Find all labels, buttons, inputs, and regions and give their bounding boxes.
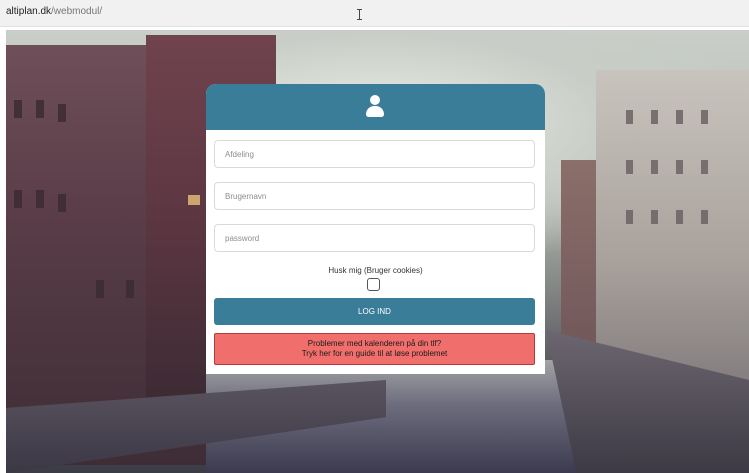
remember-me-label: Husk mig (Bruger cookies) (328, 266, 423, 275)
user-icon-head (370, 95, 380, 105)
login-button[interactable]: LOG IND (214, 298, 535, 325)
window (701, 210, 708, 224)
window (676, 160, 683, 174)
window (126, 280, 134, 298)
window (651, 210, 658, 224)
window (701, 110, 708, 124)
department-input[interactable] (214, 140, 535, 168)
window (36, 190, 44, 208)
url-host: altiplan.dk (6, 6, 52, 17)
street-lamp (188, 195, 200, 205)
window (626, 210, 633, 224)
window (14, 190, 22, 208)
window (651, 160, 658, 174)
window (676, 110, 683, 124)
login-card: Husk mig (Bruger cookies) LOG IND Proble… (206, 84, 545, 374)
window (58, 104, 66, 122)
window (36, 100, 44, 118)
calendar-problem-line2: Tryk her for en guide til at løse proble… (301, 349, 448, 358)
url-text[interactable]: altiplan.dk/webmodul/ (6, 6, 102, 17)
user-icon-body (366, 106, 384, 117)
password-input[interactable] (214, 224, 535, 252)
text-cursor-icon (357, 9, 362, 20)
calendar-problem-button[interactable]: Problemer med kalenderen på din tlf? Try… (214, 333, 535, 365)
browser-address-bar[interactable]: altiplan.dk/webmodul/ (0, 0, 749, 27)
window (701, 160, 708, 174)
window (58, 194, 66, 212)
url-path: /webmodul/ (51, 6, 103, 17)
window (14, 100, 22, 118)
username-input[interactable] (214, 182, 535, 210)
window (626, 160, 633, 174)
window (676, 210, 683, 224)
window (626, 110, 633, 124)
window (651, 110, 658, 124)
remember-me-checkbox[interactable] (367, 278, 380, 291)
calendar-problem-line1: Problemer med kalenderen på din tlf? (307, 339, 442, 348)
user-icon (366, 95, 384, 117)
window (96, 280, 104, 298)
login-header (206, 84, 545, 130)
